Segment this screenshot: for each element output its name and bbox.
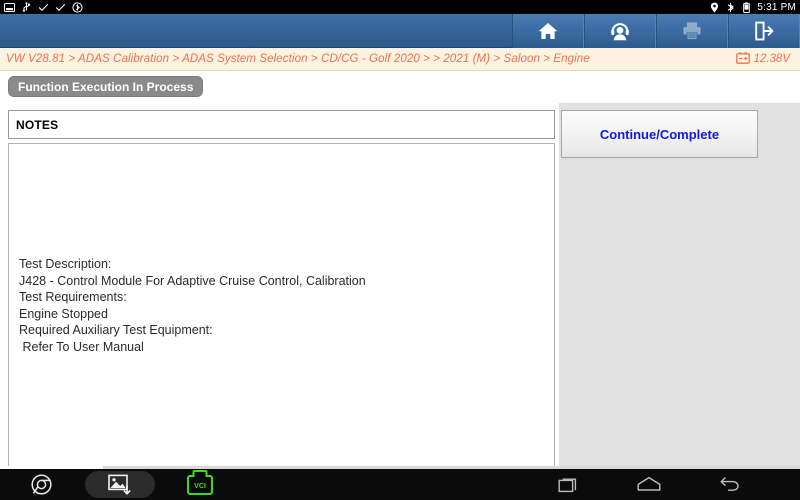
notes-text-block: Test Description: J428 - Control Module … [19, 256, 544, 355]
battery-voltage-icon [735, 51, 750, 67]
action-panel: Continue/Complete [559, 103, 800, 468]
continue-complete-button[interactable]: Continue/Complete [561, 110, 758, 158]
notes-line: Required Auxiliary Test Equipment: [19, 323, 213, 337]
voltage-indicator: 12.38V [735, 51, 794, 67]
vci-pins [192, 469, 208, 477]
breadcrumb-bar: VW V28.81 > ADAS Calibration > ADAS Syst… [0, 48, 800, 71]
bluetooth-settings-icon [72, 1, 83, 13]
notes-line: Test Requirements: [19, 290, 127, 304]
check-icon-1 [38, 2, 49, 13]
notes-line: Test Description: [19, 257, 112, 271]
voltage-value: 12.38V [753, 53, 790, 65]
page-title-area: Function Execution In Process [0, 71, 800, 103]
recents-icon[interactable] [552, 469, 586, 500]
print-button[interactable] [656, 14, 728, 48]
android-home-icon[interactable] [632, 469, 666, 500]
back-icon[interactable] [712, 469, 746, 500]
notes-header-label: NOTES [16, 117, 59, 132]
location-pin-icon [709, 2, 720, 13]
android-status-bar: 5:31 PM [0, 0, 800, 14]
browser-icon[interactable] [26, 469, 56, 500]
vci-connector: VCI [187, 469, 213, 495]
screenshot-capture-icon[interactable] [104, 469, 136, 500]
bluetooth-icon [725, 2, 736, 13]
vci-icon[interactable]: VCI [186, 469, 214, 500]
status-bar-right-icons: 5:31 PM [709, 2, 796, 13]
notes-line: Refer To User Manual [19, 339, 144, 354]
main-content: NOTES Test Description: J428 - Control M… [0, 103, 800, 468]
toolbar-button-group [512, 14, 800, 48]
notes-line: Engine Stopped [19, 306, 108, 321]
vci-label: VCI [194, 482, 206, 490]
android-navigation-bar: VCI [0, 469, 800, 500]
page-title: Function Execution In Process [8, 76, 204, 97]
status-bar-left-icons [4, 1, 83, 13]
breadcrumb[interactable]: VW V28.81 > ADAS Calibration > ADAS Syst… [6, 53, 590, 65]
notes-body: Test Description: J428 - Control Module … [8, 143, 555, 468]
app-toolbar [0, 14, 800, 48]
diagnostic-app-window: 5:31 PM VW V28.81 > ADAS Calibration > A… [0, 0, 800, 500]
usb-icon [21, 1, 32, 13]
notes-line: J428 - Control Module For Adaptive Cruis… [19, 273, 366, 288]
check-icon-2 [55, 2, 66, 13]
support-button[interactable] [584, 14, 656, 48]
home-button[interactable] [512, 14, 584, 48]
battery-icon [741, 1, 752, 13]
exit-button[interactable] [728, 14, 800, 48]
status-bar-clock: 5:31 PM [757, 1, 796, 13]
notes-header: NOTES [8, 110, 555, 139]
screenshot-icon [4, 2, 15, 13]
